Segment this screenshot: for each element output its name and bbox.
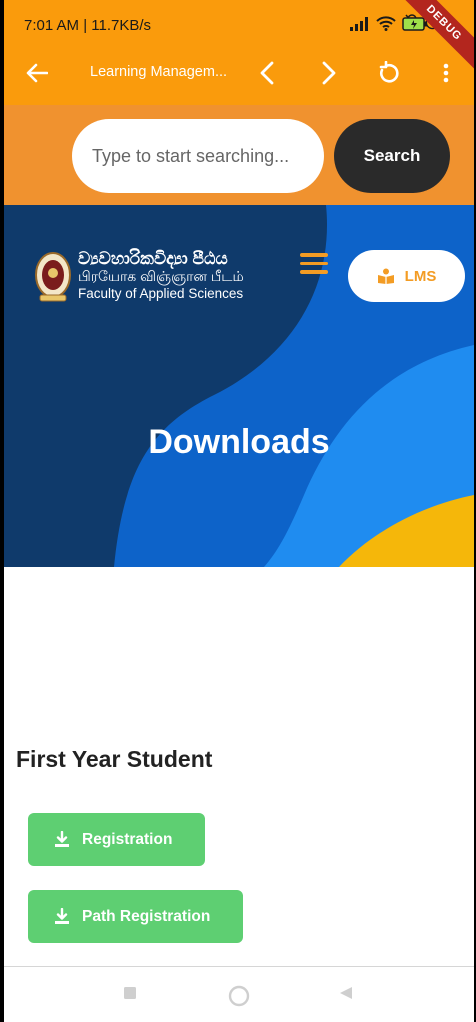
download-icon — [55, 831, 69, 847]
section-title: First Year Student — [16, 746, 213, 772]
registration-download-button[interactable]: Registration — [28, 813, 205, 866]
faculty-name: ව්‍යවහාරිකවිද්‍යා පීඨය பிரயோக விஞ்ஞான பீ… — [78, 249, 244, 302]
back-triangle-icon[interactable] — [338, 985, 354, 1001]
top-bar: 7:01 AM | 11.7KB/s DEBUG Learning Manage… — [4, 0, 474, 105]
more-vert-icon[interactable] — [431, 58, 461, 88]
app-bar-title: Learning Managem... — [90, 64, 228, 80]
wifi-icon — [376, 16, 396, 31]
status-bar: 7:01 AM | 11.7KB/s DEBUG — [4, 0, 474, 74]
faculty-name-tamil: பிரயோக விஞ்ஞான பீடம் — [78, 268, 244, 284]
book-reader-icon — [377, 268, 394, 284]
status-time: 7:01 AM | 11.7KB/s — [24, 17, 152, 34]
system-navigation-bar — [4, 966, 474, 1022]
search-button[interactable]: Search — [334, 119, 450, 193]
path-registration-label: Path Registration — [82, 907, 211, 925]
faculty-name-english: Faculty of Applied Sciences — [78, 286, 244, 301]
registration-label: Registration — [82, 830, 173, 848]
download-icon — [55, 908, 69, 924]
search-input[interactable] — [72, 119, 324, 193]
hero-banner: ව්‍යවහාරිකවිද්‍යා පීඨය பிரயோக விஞ்ஞான பீ… — [4, 205, 474, 567]
search-band: Search — [4, 105, 474, 205]
faculty-logo — [35, 252, 71, 302]
chevron-right-icon[interactable] — [314, 58, 344, 88]
faculty-name-sinhala: ව්‍යවහාරිකවිද්‍යා පීඨය — [78, 249, 228, 268]
recents-square-icon[interactable] — [122, 985, 138, 1001]
lms-button[interactable]: LMS — [348, 250, 465, 302]
refresh-icon[interactable] — [373, 58, 403, 88]
page-title: Downloads — [148, 423, 330, 461]
home-circle-icon[interactable] — [228, 985, 250, 1007]
back-arrow-icon[interactable] — [22, 58, 52, 88]
signal-icon — [350, 16, 368, 31]
hamburger-menu-icon[interactable] — [300, 253, 328, 275]
phone-screen: 7:01 AM | 11.7KB/s DEBUG Learning Manage… — [4, 0, 474, 1022]
path-registration-download-button[interactable]: Path Registration — [28, 890, 243, 943]
app-bar: Learning Managem... — [4, 50, 474, 95]
lms-label: LMS — [404, 267, 437, 285]
chevron-left-icon[interactable] — [252, 58, 282, 88]
status-right-icons — [350, 16, 428, 31]
